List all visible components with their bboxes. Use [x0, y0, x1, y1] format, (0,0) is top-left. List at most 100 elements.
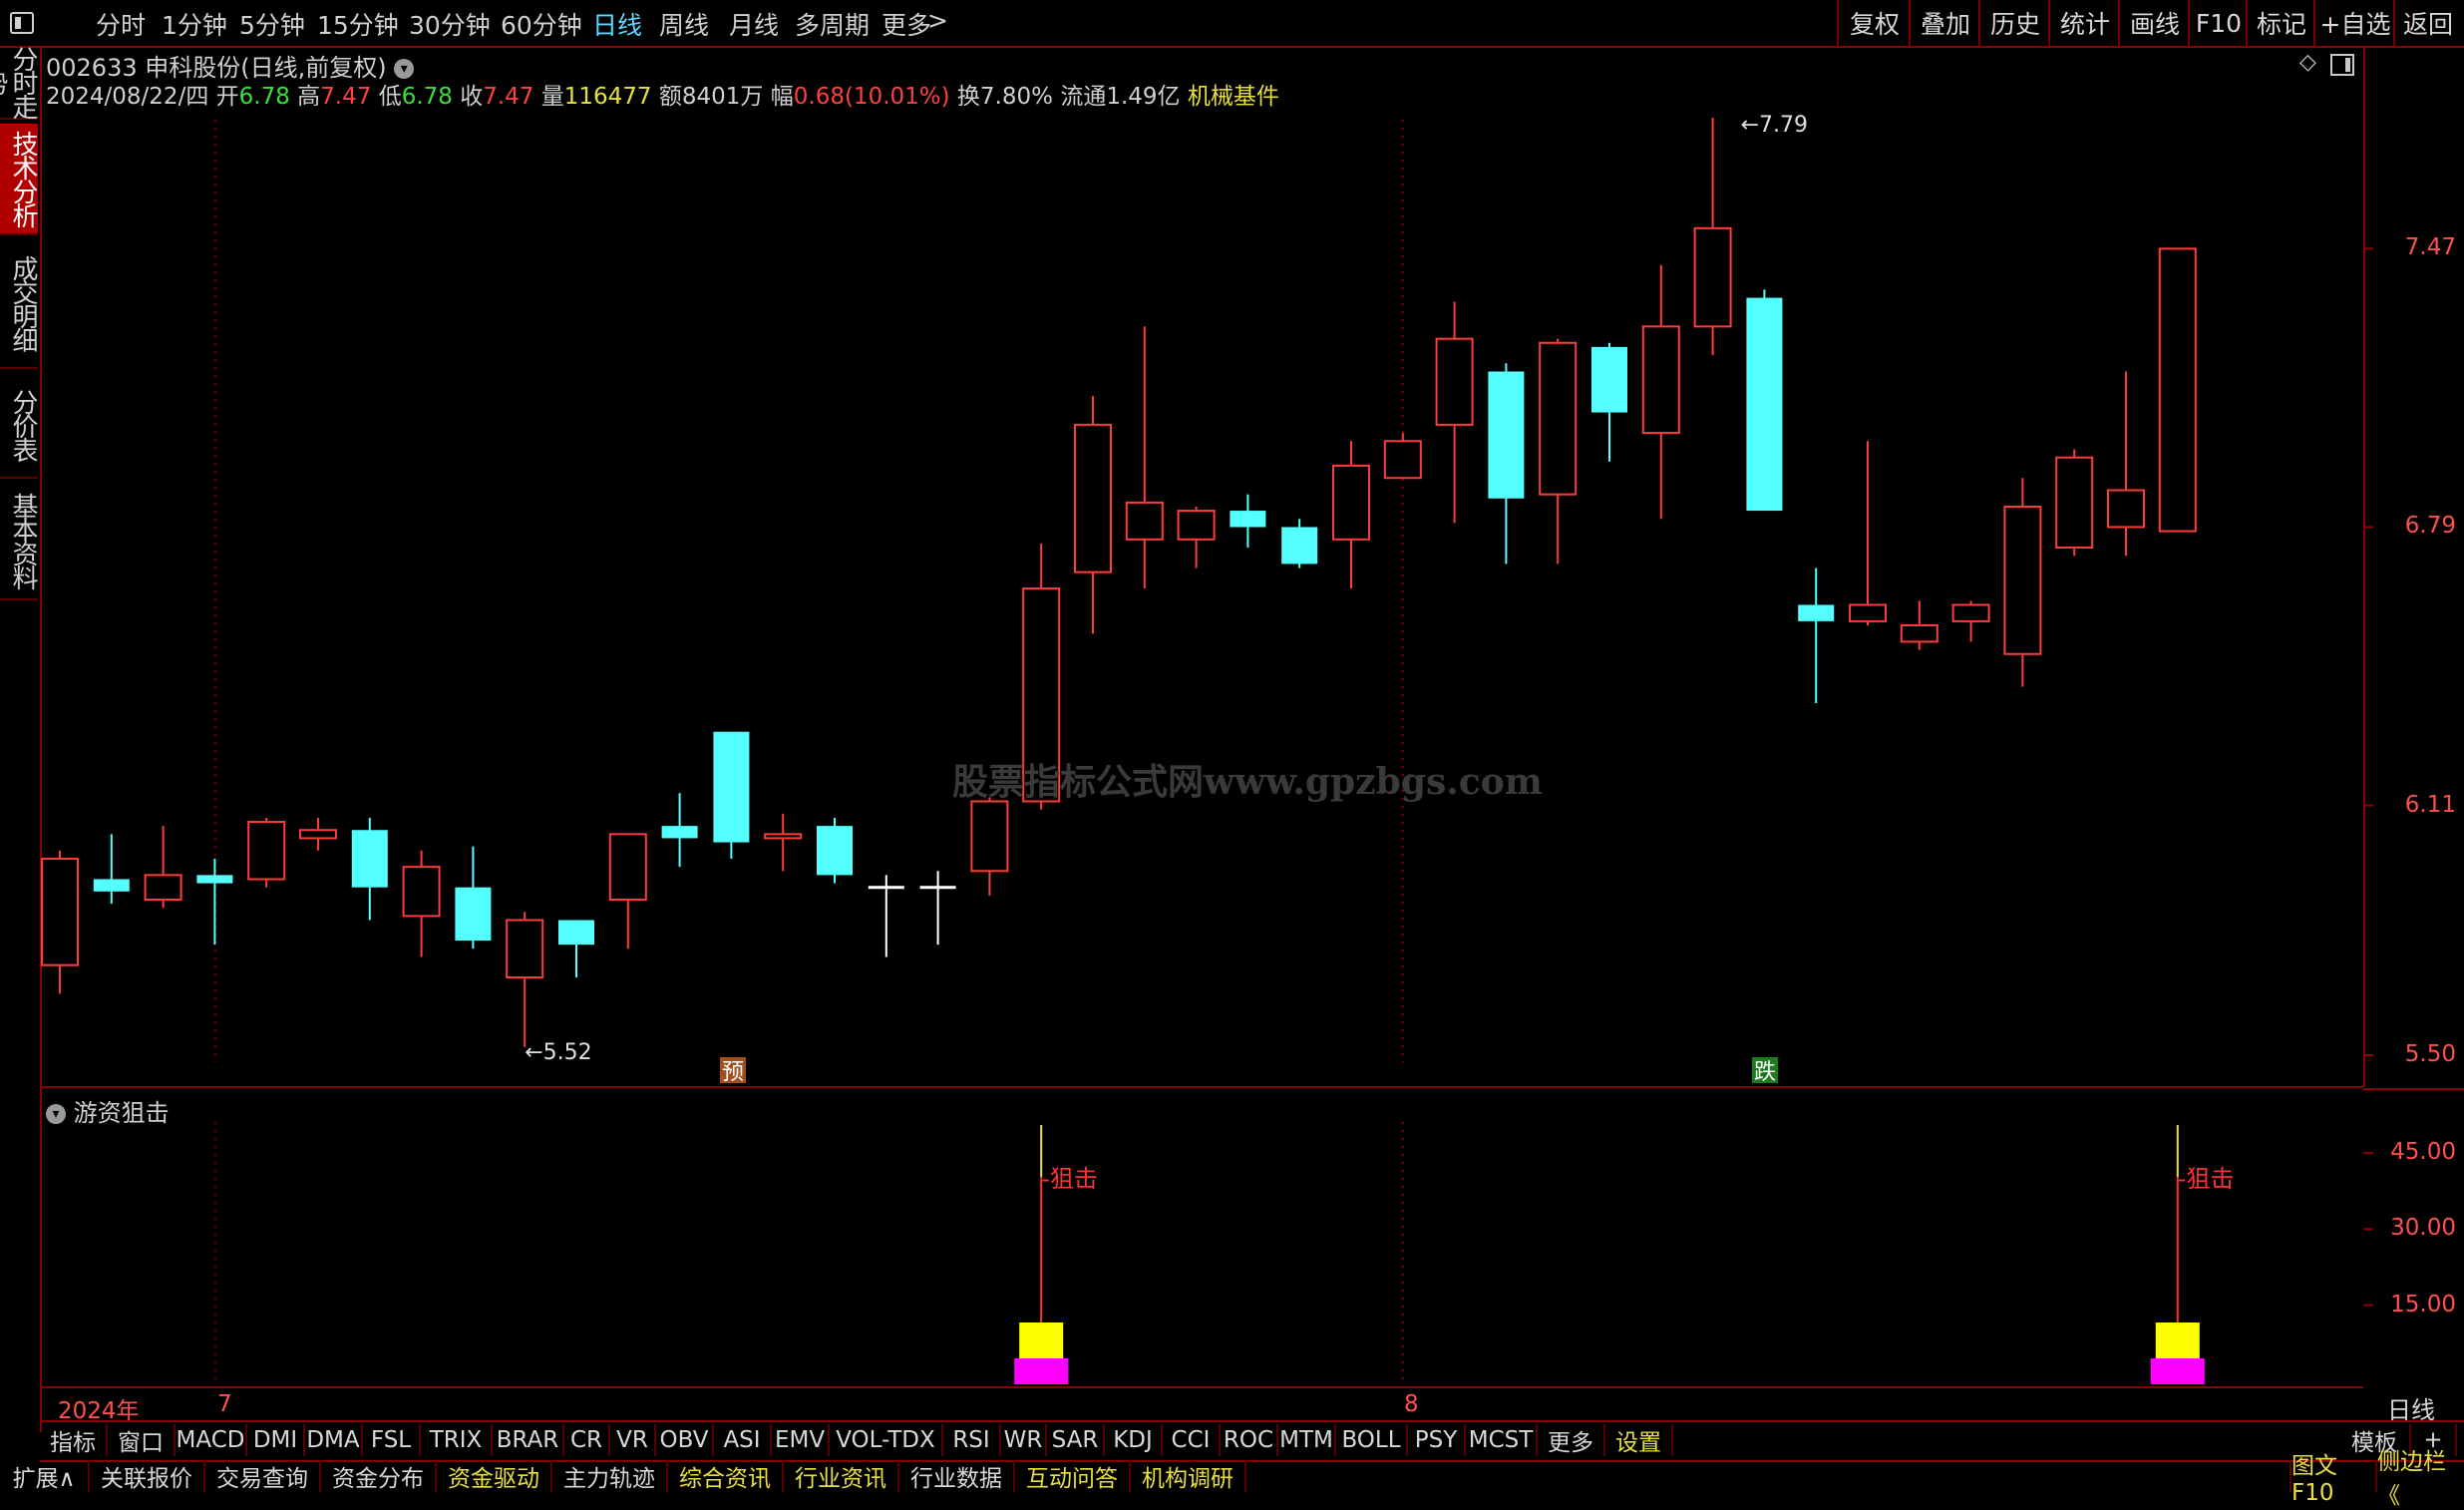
extension-tabs: 扩展∧ 关联报价 交易查询 资金分布 资金驱动 主力轨迹 综合资讯 行业资讯 行业数据 互动问答机… [0, 1449, 2464, 1509]
indicator-tab-0[interactable]: 指标 [40, 1424, 108, 1456]
indicator-menu-icon[interactable]: ▾ [46, 1104, 66, 1124]
candle-body [2003, 505, 2042, 655]
indicator-title: 游资狙击 [73, 1099, 170, 1127]
candle-body [1798, 604, 1835, 621]
price-axis: 7.47 6.79 6.11 5.50 45.00 30.00 15.00 [2363, 46, 2464, 1318]
indicator-tab-15[interactable]: WR [1001, 1424, 1047, 1456]
indicator-tab-16[interactable]: SAR [1047, 1424, 1105, 1456]
ext-tab-3[interactable]: 资金分布 [321, 1460, 437, 1492]
indicator-tab-2[interactable]: MACD [176, 1424, 247, 1456]
indicator-tab-20[interactable]: MTM [1278, 1424, 1336, 1456]
indicator-tab-23[interactable]: MCST [1466, 1424, 1538, 1456]
indicator-tab-6[interactable]: TRIX [421, 1424, 493, 1456]
candle-body [144, 874, 182, 902]
candle-body [1125, 501, 1164, 541]
ext-right-1[interactable]: 侧边栏《 [2375, 1449, 2464, 1509]
candle-body [661, 826, 698, 839]
candle-body [1900, 623, 1938, 643]
indicator-tab-8[interactable]: CR [564, 1424, 610, 1456]
candle-body [41, 857, 79, 966]
signal-bar-magenta [1014, 1358, 1069, 1384]
indicator-tab-10[interactable]: OBV [656, 1424, 714, 1456]
candle-body [1435, 337, 1474, 426]
ext-tab-5[interactable]: 主力轨迹 [552, 1460, 668, 1492]
candle-body [196, 875, 233, 884]
indicator-tab-22[interactable]: PSY [1408, 1424, 1466, 1456]
price-tick-label: 7.47 [2404, 234, 2456, 261]
candle-body [970, 800, 1009, 873]
ext-tab-4[interactable]: 资金驱动 [437, 1460, 552, 1492]
indicator-tab-9[interactable]: VR [610, 1424, 656, 1456]
candle-body [1488, 371, 1525, 499]
candle-body [713, 731, 750, 843]
mark-yu: 预 [722, 1060, 744, 1085]
candle-body [2158, 247, 2197, 533]
candle-body [1332, 464, 1370, 541]
date-axis: 2024年 7 8 [40, 1386, 2363, 1424]
ext-tab-6[interactable]: 综合资讯 [668, 1460, 784, 1492]
month-8-label: 8 [1404, 1391, 1419, 1417]
candle-body [1383, 440, 1422, 480]
candle-body [1849, 603, 1887, 622]
candle-body [93, 879, 130, 892]
indicator-tab-21[interactable]: BOLL [1336, 1424, 1408, 1456]
indicator-tab-4[interactable]: DMA [305, 1424, 363, 1456]
indicator-tab-25[interactable]: 设置 [1605, 1424, 1673, 1456]
indicator-tab-12[interactable]: EMV [772, 1424, 830, 1456]
candle-body [1951, 603, 1990, 622]
indicator-tab-13[interactable]: VOL-TDX [830, 1424, 943, 1456]
watermark: 股票指标公式网www.gpzbgs.com [952, 761, 1543, 803]
indicator-tab-7[interactable]: BRAR [493, 1424, 564, 1456]
ext-tab-9[interactable]: 互动问答 [1015, 1460, 1131, 1492]
candle-body [1281, 527, 1318, 565]
price-tick-label: 5.50 [2404, 1041, 2456, 1067]
signal-label: -狙击 [1041, 1165, 1098, 1193]
sub-tick-label: 30.00 [2390, 1215, 2456, 1242]
indicator-tab-19[interactable]: ROC [1221, 1424, 1278, 1456]
candle-body [1746, 297, 1783, 512]
ext-tab-10[interactable]: 机构调研 [1131, 1460, 1246, 1492]
candle-body [1641, 325, 1680, 435]
max-price-label: ←7.79 [1741, 113, 1808, 138]
candle-body [764, 833, 803, 840]
min-price-label: ←5.52 [525, 1040, 591, 1065]
price-tick-label: 6.11 [2404, 791, 2456, 818]
candle-body [1693, 226, 1732, 328]
indicator-tab-1[interactable]: 窗口 [108, 1424, 176, 1456]
candle-body [1230, 511, 1266, 528]
candle-body [506, 919, 544, 979]
ext-tab-7[interactable]: 行业资讯 [784, 1460, 899, 1492]
indicator-tabs: 指标 窗口 MACD DMI DMA FSL TRIX BRAR CR VR OBV ASI EMV VO… [40, 1420, 2464, 1462]
month-7-label: 7 [217, 1391, 232, 1417]
candle-body [455, 887, 492, 942]
ext-right-0[interactable]: 图文F10 [2289, 1453, 2377, 1506]
indicator-tab-17[interactable]: KDJ [1105, 1424, 1163, 1456]
price-tick-label: 6.79 [2404, 513, 2456, 540]
ext-tab-2[interactable]: 交易查询 [205, 1460, 321, 1492]
indicator-header: ▾ 游资狙击 [46, 1093, 170, 1128]
signal-bar-yellow [1019, 1322, 1064, 1358]
candle-body [1177, 510, 1216, 541]
signal-bar-magenta [2150, 1358, 2205, 1384]
candle-body [558, 920, 594, 945]
indicator-tab-5[interactable]: FSL [363, 1424, 421, 1456]
indicator-tab-24[interactable]: 更多 [1538, 1424, 1605, 1456]
candle-body [1074, 423, 1112, 573]
candle-body [247, 821, 286, 881]
indicator-tab-3[interactable]: DMI [247, 1424, 305, 1456]
ext-tab-1[interactable]: 关联报价 [90, 1460, 205, 1492]
candle-body [2107, 489, 2145, 529]
candle-body [608, 833, 647, 902]
kline-chart[interactable]: ←7.79 ←5.52 预 跌 -狙击 -狙击 [0, 0, 2464, 1495]
sub-tick-label: 45.00 [2390, 1138, 2456, 1165]
ext-tab-0[interactable]: 扩展∧ [0, 1460, 90, 1492]
candle-body [2055, 456, 2094, 550]
signal-bar-yellow [2155, 1322, 2200, 1358]
candle-body [1539, 341, 1578, 496]
indicator-tab-11[interactable]: ASI [714, 1424, 772, 1456]
indicator-tab-14[interactable]: RSI [943, 1424, 1001, 1456]
candle-body [299, 829, 337, 840]
ext-tab-8[interactable]: 行业数据 [899, 1460, 1015, 1492]
indicator-tab-18[interactable]: CCI [1163, 1424, 1221, 1456]
mark-die: 跌 [1754, 1060, 1776, 1085]
